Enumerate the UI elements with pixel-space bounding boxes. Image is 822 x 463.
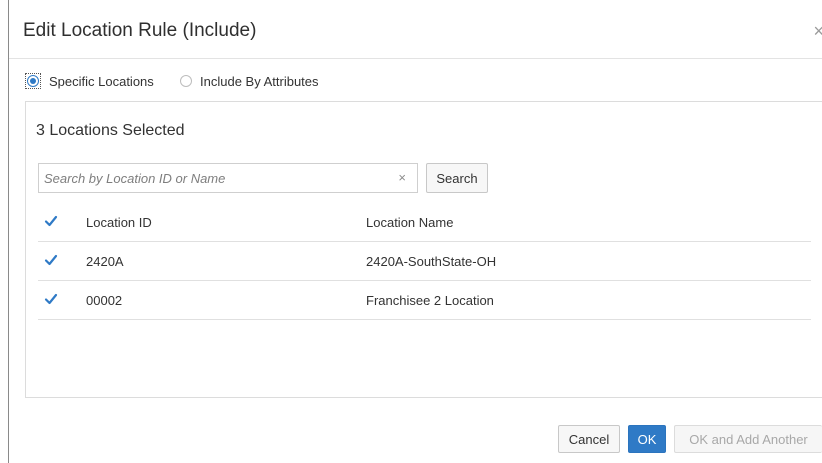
ok-and-add-another-button[interactable]: OK and Add Another <box>674 425 822 453</box>
search-button[interactable]: Search <box>426 163 488 193</box>
close-icon[interactable]: × <box>813 22 822 40</box>
locations-panel: 3 Locations Selected × Search Location I… <box>25 101 822 398</box>
cell-location-id: 2420A <box>86 254 124 269</box>
row-checkbox-icon[interactable] <box>44 253 58 267</box>
ok-button[interactable]: OK <box>628 425 666 453</box>
cell-location-id: 00002 <box>86 293 123 308</box>
search-input[interactable] <box>39 164 389 192</box>
radio-label-specific-locations[interactable]: Specific Locations <box>49 74 154 89</box>
cell-location-name: Franchisee 2 Location <box>366 293 494 308</box>
radio-specific-locations[interactable]: Specific Locations <box>25 71 154 91</box>
table-header-row: Location ID Location Name <box>38 203 811 242</box>
radio-focus-ring <box>25 73 41 89</box>
cancel-button[interactable]: Cancel <box>558 425 620 453</box>
clear-search-icon[interactable]: × <box>398 170 406 185</box>
dialog-footer: Cancel OK OK and Add Another <box>9 399 822 463</box>
edit-location-rule-dialog: Edit Location Rule (Include) × Specific … <box>9 0 822 463</box>
radio-button-selected[interactable] <box>27 75 39 87</box>
dialog-header: Edit Location Rule (Include) × <box>9 0 822 59</box>
radio-include-by-attributes[interactable]: Include By Attributes <box>180 71 319 91</box>
cell-location-name: 2420A-SouthState-OH <box>366 254 497 269</box>
dialog-title: Edit Location Rule (Include) <box>23 20 257 41</box>
search-field[interactable]: × <box>38 163 418 193</box>
column-header-location-id: Location ID <box>86 215 152 230</box>
radio-button[interactable] <box>180 75 192 87</box>
row-checkbox-icon[interactable] <box>44 292 58 306</box>
locations-table: Location ID Location Name 2420A 2420A-So… <box>38 203 811 320</box>
table-row[interactable]: 00002 Franchisee 2 Location <box>38 281 811 320</box>
locations-selected-count: 3 Locations Selected <box>36 122 185 139</box>
column-header-location-name: Location Name <box>366 215 454 230</box>
table-row[interactable]: 2420A 2420A-SouthState-OH <box>38 242 811 281</box>
radio-label-include-by-attributes[interactable]: Include By Attributes <box>200 74 319 89</box>
select-all-checkbox-icon[interactable] <box>44 214 58 228</box>
